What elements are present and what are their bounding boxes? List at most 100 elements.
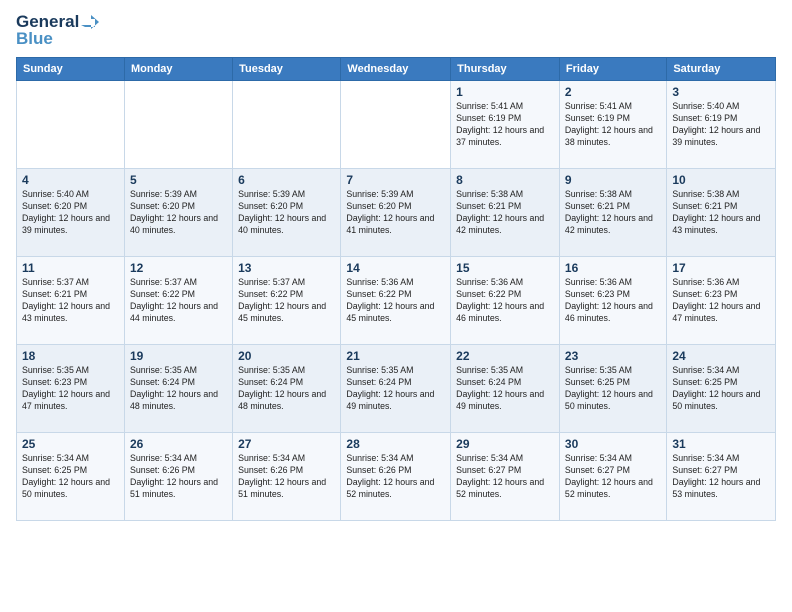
calendar-cell: 23 Sunrise: 5:35 AM Sunset: 6:25 PM Dayli… — [559, 345, 666, 433]
weekday-header: Sunday — [17, 58, 125, 81]
day-number: 31 — [672, 437, 770, 451]
cell-content: Sunrise: 5:39 AM Sunset: 6:20 PM Dayligh… — [346, 189, 445, 237]
cell-content: Sunrise: 5:34 AM Sunset: 6:27 PM Dayligh… — [456, 453, 554, 501]
cell-content: Sunrise: 5:35 AM Sunset: 6:25 PM Dayligh… — [565, 365, 661, 413]
cell-content: Sunrise: 5:34 AM Sunset: 6:26 PM Dayligh… — [130, 453, 227, 501]
day-number: 25 — [22, 437, 119, 451]
calendar-cell: 3 Sunrise: 5:40 AM Sunset: 6:19 PM Daylig… — [667, 81, 776, 169]
day-number: 1 — [456, 85, 554, 99]
calendar-cell: 14 Sunrise: 5:36 AM Sunset: 6:22 PM Dayli… — [341, 257, 451, 345]
day-number: 22 — [456, 349, 554, 363]
day-number: 23 — [565, 349, 661, 363]
cell-content: Sunrise: 5:36 AM Sunset: 6:23 PM Dayligh… — [565, 277, 661, 325]
calendar-cell: 6 Sunrise: 5:39 AM Sunset: 6:20 PM Daylig… — [233, 169, 341, 257]
cell-content: Sunrise: 5:39 AM Sunset: 6:20 PM Dayligh… — [238, 189, 335, 237]
day-number: 10 — [672, 173, 770, 187]
cell-content: Sunrise: 5:35 AM Sunset: 6:24 PM Dayligh… — [238, 365, 335, 413]
day-number: 27 — [238, 437, 335, 451]
weekday-header: Monday — [124, 58, 232, 81]
day-number: 4 — [22, 173, 119, 187]
day-number: 9 — [565, 173, 661, 187]
calendar-cell: 7Sunrise: 5:39 AM Sunset: 6:20 PM Daylig… — [341, 169, 451, 257]
calendar-cell: 2 Sunrise: 5:41 AM Sunset: 6:19 PM Daylig… — [559, 81, 666, 169]
calendar-cell: 15 Sunrise: 5:36 AM Sunset: 6:22 PM Dayli… — [451, 257, 560, 345]
cell-content: Sunrise: 5:37 AM Sunset: 6:21 PM Dayligh… — [22, 277, 119, 325]
cell-content: Sunrise: 5:39 AM Sunset: 6:20 PM Dayligh… — [130, 189, 227, 237]
calendar-cell: 16 Sunrise: 5:36 AM Sunset: 6:23 PM Dayli… — [559, 257, 666, 345]
cell-content: Sunrise: 5:38 AM Sunset: 6:21 PM Dayligh… — [565, 189, 661, 237]
cell-content: Sunrise: 5:38 AM Sunset: 6:21 PM Dayligh… — [456, 189, 554, 237]
cell-content: Sunrise: 5:35 AM Sunset: 6:24 PM Dayligh… — [346, 365, 445, 413]
cell-content: Sunrise: 5:34 AM Sunset: 6:27 PM Dayligh… — [672, 453, 770, 501]
day-number: 13 — [238, 261, 335, 275]
calendar-cell: 12 Sunrise: 5:37 AM Sunset: 6:22 PM Dayli… — [124, 257, 232, 345]
calendar-cell: 31 Sunrise: 5:34 AM Sunset: 6:27 PM Dayli… — [667, 433, 776, 521]
calendar-cell: 19Sunrise: 5:35 AM Sunset: 6:24 PM Dayli… — [124, 345, 232, 433]
day-number: 26 — [130, 437, 227, 451]
day-number: 30 — [565, 437, 661, 451]
calendar-cell: 11 Sunrise: 5:37 AM Sunset: 6:21 PM Dayli… — [17, 257, 125, 345]
calendar-cell: 1 Sunrise: 5:41 AM Sunset: 6:19 PM Daylig… — [451, 81, 560, 169]
calendar-cell: 25 Sunrise: 5:34 AM Sunset: 6:25 PM Dayli… — [17, 433, 125, 521]
calendar-cell — [233, 81, 341, 169]
header: General Blue — [16, 12, 776, 49]
calendar-week-row: 18Sunrise: 5:35 AM Sunset: 6:23 PM Dayli… — [17, 345, 776, 433]
day-number: 16 — [565, 261, 661, 275]
day-number: 14 — [346, 261, 445, 275]
cell-content: Sunrise: 5:34 AM Sunset: 6:25 PM Dayligh… — [672, 365, 770, 413]
weekday-header: Tuesday — [233, 58, 341, 81]
weekday-header: Thursday — [451, 58, 560, 81]
day-number: 2 — [565, 85, 661, 99]
page: General Blue SundayMondayTuesdayWednesda… — [0, 0, 792, 612]
day-number: 28 — [346, 437, 445, 451]
calendar-cell: 29 Sunrise: 5:34 AM Sunset: 6:27 PM Dayli… — [451, 433, 560, 521]
day-number: 20 — [238, 349, 335, 363]
calendar-week-row: 4Sunrise: 5:40 AM Sunset: 6:20 PM Daylig… — [17, 169, 776, 257]
calendar-cell: 21Sunrise: 5:35 AM Sunset: 6:24 PM Dayli… — [341, 345, 451, 433]
calendar-cell: 9 Sunrise: 5:38 AM Sunset: 6:21 PM Daylig… — [559, 169, 666, 257]
calendar-cell: 18Sunrise: 5:35 AM Sunset: 6:23 PM Dayli… — [17, 345, 125, 433]
cell-content: Sunrise: 5:35 AM Sunset: 6:24 PM Dayligh… — [456, 365, 554, 413]
calendar-cell: 4Sunrise: 5:40 AM Sunset: 6:20 PM Daylig… — [17, 169, 125, 257]
calendar-cell: 8 Sunrise: 5:38 AM Sunset: 6:21 PM Daylig… — [451, 169, 560, 257]
day-number: 11 — [22, 261, 119, 275]
day-number: 15 — [456, 261, 554, 275]
cell-content: Sunrise: 5:34 AM Sunset: 6:25 PM Dayligh… — [22, 453, 119, 501]
calendar-cell: 5Sunrise: 5:39 AM Sunset: 6:20 PM Daylig… — [124, 169, 232, 257]
day-number: 3 — [672, 85, 770, 99]
cell-content: Sunrise: 5:36 AM Sunset: 6:22 PM Dayligh… — [456, 277, 554, 325]
cell-content: Sunrise: 5:38 AM Sunset: 6:21 PM Dayligh… — [672, 189, 770, 237]
logo: General Blue — [16, 12, 99, 49]
calendar-cell: 28 Sunrise: 5:34 AM Sunset: 6:26 PM Dayli… — [341, 433, 451, 521]
calendar-cell: 17Sunrise: 5:36 AM Sunset: 6:23 PM Dayli… — [667, 257, 776, 345]
cell-content: Sunrise: 5:41 AM Sunset: 6:19 PM Dayligh… — [456, 101, 554, 149]
calendar-cell — [341, 81, 451, 169]
day-number: 12 — [130, 261, 227, 275]
calendar-cell — [17, 81, 125, 169]
logo-blue: Blue — [16, 29, 53, 49]
cell-content: Sunrise: 5:37 AM Sunset: 6:22 PM Dayligh… — [130, 277, 227, 325]
calendar-cell: 27 Sunrise: 5:34 AM Sunset: 6:26 PM Dayli… — [233, 433, 341, 521]
cell-content: Sunrise: 5:41 AM Sunset: 6:19 PM Dayligh… — [565, 101, 661, 149]
cell-content: Sunrise: 5:34 AM Sunset: 6:26 PM Dayligh… — [238, 453, 335, 501]
cell-content: Sunrise: 5:36 AM Sunset: 6:22 PM Dayligh… — [346, 277, 445, 325]
calendar-cell: 10 Sunrise: 5:38 AM Sunset: 6:21 PM Dayli… — [667, 169, 776, 257]
cell-content: Sunrise: 5:37 AM Sunset: 6:22 PM Dayligh… — [238, 277, 335, 325]
calendar-cell: 22 Sunrise: 5:35 AM Sunset: 6:24 PM Dayli… — [451, 345, 560, 433]
day-number: 19 — [130, 349, 227, 363]
calendar-week-row: 11 Sunrise: 5:37 AM Sunset: 6:21 PM Dayli… — [17, 257, 776, 345]
cell-content: Sunrise: 5:34 AM Sunset: 6:26 PM Dayligh… — [346, 453, 445, 501]
cell-content: Sunrise: 5:34 AM Sunset: 6:27 PM Dayligh… — [565, 453, 661, 501]
weekday-header: Wednesday — [341, 58, 451, 81]
day-number: 8 — [456, 173, 554, 187]
day-number: 6 — [238, 173, 335, 187]
calendar-cell — [124, 81, 232, 169]
weekday-header: Friday — [559, 58, 666, 81]
cell-content: Sunrise: 5:35 AM Sunset: 6:23 PM Dayligh… — [22, 365, 119, 413]
day-number: 29 — [456, 437, 554, 451]
cell-content: Sunrise: 5:40 AM Sunset: 6:19 PM Dayligh… — [672, 101, 770, 149]
weekday-header: Saturday — [667, 58, 776, 81]
calendar-week-row: 1 Sunrise: 5:41 AM Sunset: 6:19 PM Daylig… — [17, 81, 776, 169]
calendar-cell: 24Sunrise: 5:34 AM Sunset: 6:25 PM Dayli… — [667, 345, 776, 433]
calendar-cell: 20 Sunrise: 5:35 AM Sunset: 6:24 PM Dayli… — [233, 345, 341, 433]
